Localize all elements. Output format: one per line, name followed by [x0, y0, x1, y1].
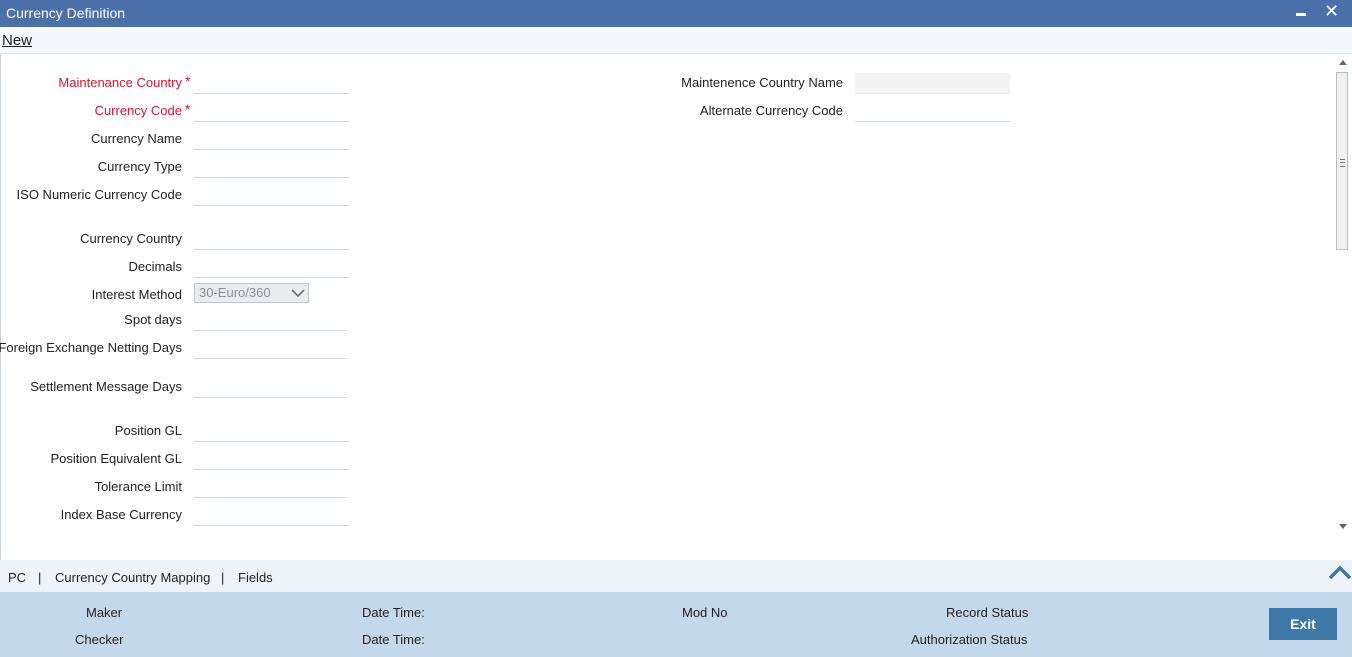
expand-up-icon[interactable]: [1328, 564, 1352, 580]
window-titlebar: Currency Definition ✕: [0, 0, 1352, 27]
alternate-currency-code-input[interactable]: [855, 101, 1010, 122]
interest-method-label: Interest Method: [91, 287, 182, 302]
link-currency-country-mapping[interactable]: Currency Country Mapping: [55, 570, 210, 585]
position-equivalent-gl-label: Position Equivalent GL: [50, 451, 182, 466]
currency-country-input[interactable]: [194, 229, 349, 250]
link-separator: |: [38, 570, 42, 585]
alternate-currency-code-label: Alternate Currency Code: [699, 103, 843, 118]
chevron-down-icon: [291, 289, 305, 298]
fx-netting-days-input[interactable]: [194, 338, 347, 359]
toolbar: New: [0, 27, 1352, 54]
currency-name-label: Currency Name: [90, 131, 182, 146]
scroll-up-arrow-icon[interactable]: [1339, 60, 1347, 65]
spot-days-input[interactable]: [194, 310, 347, 331]
checker-date-time-label: Date Time:: [362, 632, 425, 647]
interest-method-value: 30-Euro/360: [199, 285, 271, 300]
link-separator: |: [221, 570, 225, 585]
position-gl-input[interactable]: [194, 421, 349, 442]
currency-code-input[interactable]: [194, 101, 349, 122]
currency-type-label: Currency Type: [97, 159, 182, 174]
position-equivalent-gl-input[interactable]: [194, 449, 349, 470]
fx-netting-days-label: Foreign Exchange Netting Days: [0, 340, 182, 355]
required-marker: *: [185, 73, 191, 89]
iso-numeric-currency-code-input[interactable]: [194, 185, 349, 206]
window-title: Currency Definition: [6, 5, 126, 21]
new-link[interactable]: New: [2, 32, 32, 49]
iso-numeric-currency-code-label: ISO Numeric Currency Code: [16, 187, 182, 202]
decimals-label: Decimals: [128, 259, 182, 274]
maintenance-country-input[interactable]: [194, 73, 349, 94]
spot-days-label: Spot days: [124, 312, 182, 327]
required-marker: *: [185, 101, 191, 117]
maker-label: Maker: [86, 605, 123, 620]
interest-method-select[interactable]: 30-Euro/360: [194, 283, 309, 303]
index-base-currency-label: Index Base Currency: [60, 507, 182, 522]
close-icon[interactable]: ✕: [1324, 1, 1339, 21]
scrollbar-thumb[interactable]: [1336, 72, 1348, 250]
decimals-input[interactable]: [194, 257, 349, 278]
vertical-scrollbar[interactable]: [1335, 54, 1350, 534]
exit-button[interactable]: Exit: [1269, 608, 1337, 640]
mod-no-label: Mod No: [682, 605, 728, 620]
index-base-currency-input[interactable]: [194, 505, 349, 526]
link-fields[interactable]: Fields: [238, 570, 273, 585]
settlement-message-days-label: Settlement Message Days: [30, 379, 182, 394]
form-area: Maintenance Country * Currency Code * Cu…: [0, 54, 1352, 560]
link-pc[interactable]: PC: [8, 570, 26, 585]
grip-icon: [1340, 159, 1345, 167]
currency-code-label: Currency Code: [94, 103, 182, 118]
audit-bar: Maker Checker Date Time: Date Time: Mod …: [0, 592, 1352, 657]
authorization-status-label: Authorization Status: [911, 632, 1028, 647]
maintenance-country-name-label: Maintenence Country Name: [681, 75, 843, 90]
scroll-down-arrow-icon[interactable]: [1339, 524, 1347, 529]
record-status-label: Record Status: [946, 605, 1029, 620]
tolerance-limit-input[interactable]: [194, 477, 347, 498]
position-gl-label: Position GL: [114, 423, 182, 438]
minimize-icon[interactable]: [1296, 13, 1306, 16]
tolerance-limit-label: Tolerance Limit: [94, 479, 182, 494]
maintenance-country-name-field: [855, 73, 1010, 94]
currency-name-input[interactable]: [194, 129, 349, 150]
maintenance-country-label: Maintenance Country: [58, 75, 182, 90]
sub-screen-links-bar: PC | Currency Country Mapping | Fields: [0, 560, 1352, 592]
maker-date-time-label: Date Time:: [362, 605, 425, 620]
settlement-message-days-input[interactable]: [194, 377, 347, 398]
currency-country-label: Currency Country: [80, 231, 182, 246]
currency-type-input[interactable]: [194, 157, 349, 178]
checker-label: Checker: [75, 632, 124, 647]
